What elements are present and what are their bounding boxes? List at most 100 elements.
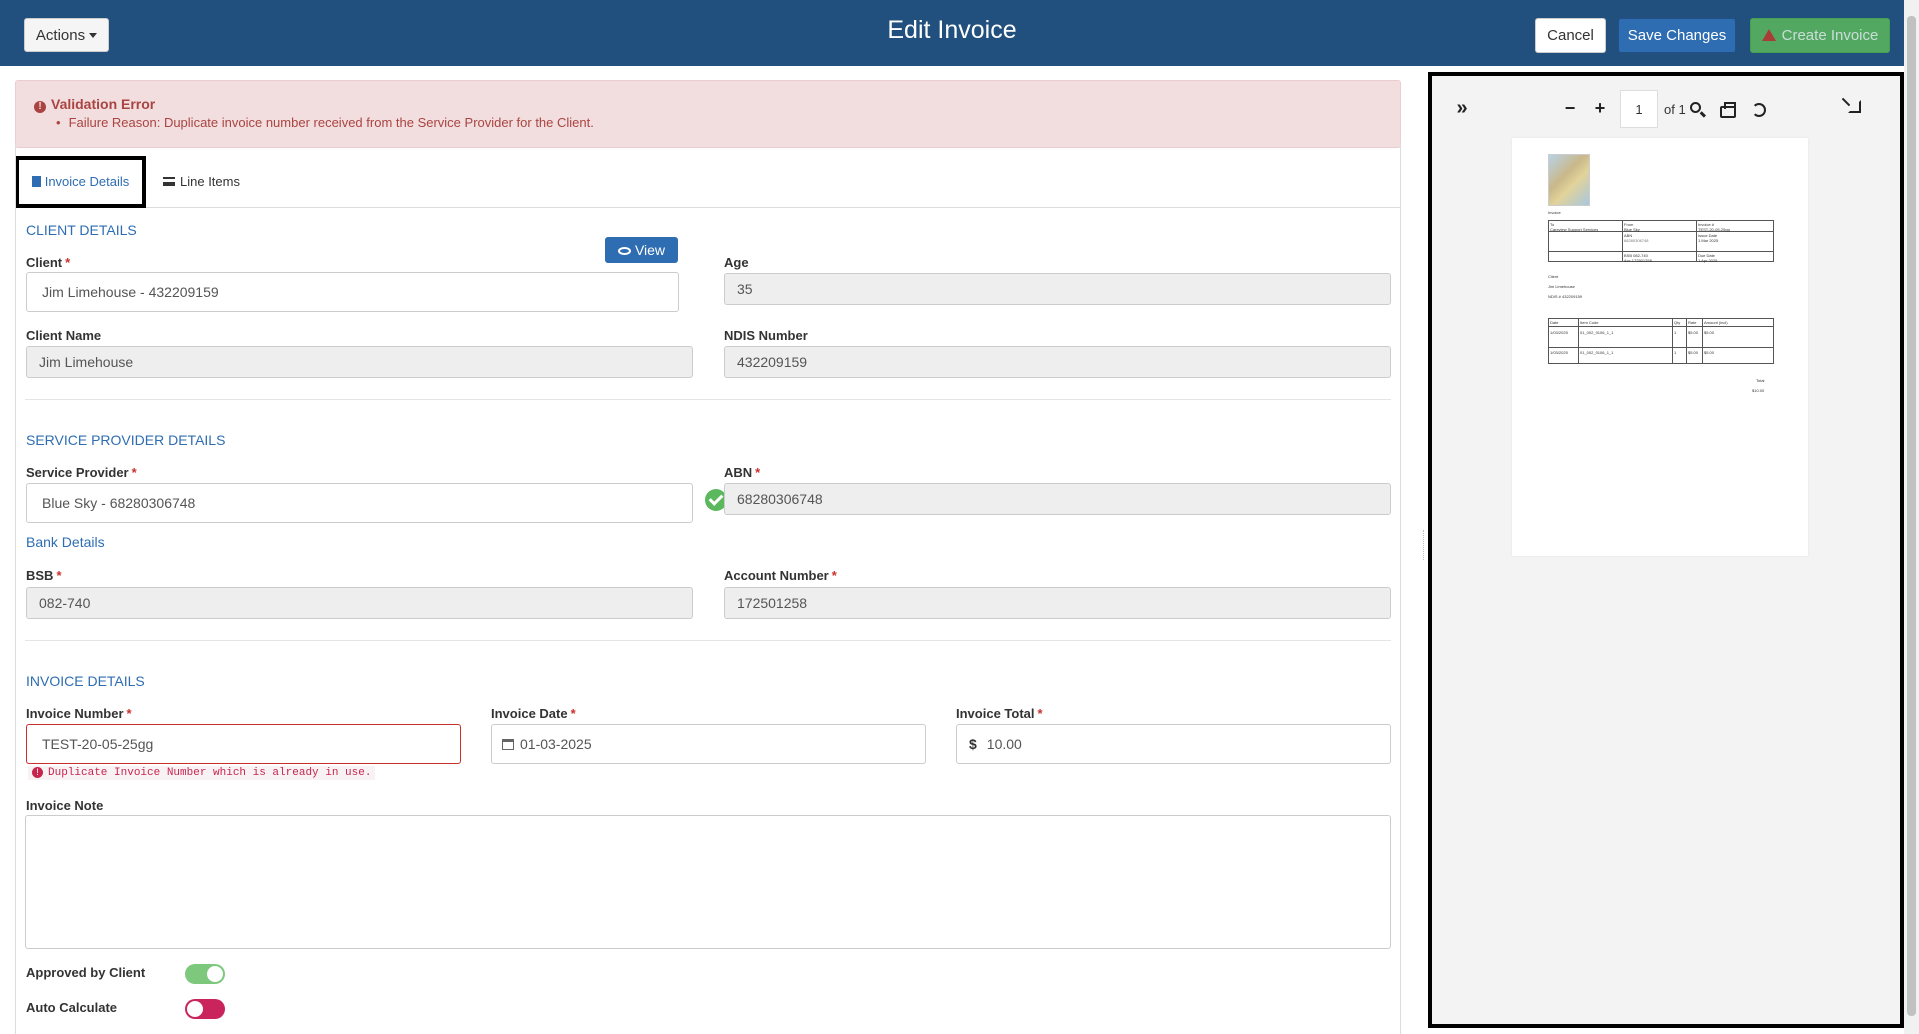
zoom-out-icon[interactable]: − [1560,98,1580,118]
doc-row-qty: 1 [1674,350,1677,355]
bank-details-link[interactable]: Bank Details [26,534,105,550]
refresh-icon[interactable] [1752,103,1766,117]
doc-total-label: Total [1756,378,1765,383]
doc-row-item: 01_002_0106_1_1 [1580,350,1614,355]
page-scrollbar[interactable] [1904,0,1919,1034]
pane-splitter-handle[interactable] [1423,530,1425,560]
view-label: View [634,242,666,258]
doc-from-value: Blue Sky [1624,227,1640,232]
warning-icon [1761,29,1776,41]
doc-col-rate: Rate [1688,320,1697,325]
cancel-button[interactable]: Cancel [1535,18,1606,53]
approved-by-client-label: Approved by Client [26,965,146,980]
account-number-label: Account Number * [724,568,837,583]
calendar-icon [502,739,514,750]
doc-row-amount: $5.00 [1704,330,1715,335]
service-provider-select[interactable]: Blue Sky - 68280306748 [26,483,693,523]
approved-by-client-toggle[interactable] [185,964,225,984]
doc-to-value: Careview Support Services [1550,227,1599,232]
invoice-preview-pane: » − + 1 of 1 Invoice To Careview Support… [1428,72,1904,1028]
preview-toolbar: » − + 1 of 1 [1432,76,1900,132]
doc-row-rate: $5.00 [1688,330,1699,335]
doc-row-amount: $5.00 [1704,350,1715,355]
abn-field: 68280306748 [724,483,1391,515]
zoom-in-icon[interactable]: + [1590,98,1610,118]
ndis-number-label: NDIS Number [724,328,808,343]
doc-acc-value: Acc 172501258 [1624,258,1652,263]
doc-col-qty: Qty [1674,320,1681,325]
doc-client-name: Jim Limehouse [1548,284,1575,289]
doc-col-item: Item Code [1580,320,1599,325]
invoice-note-label: Invoice Note [26,798,104,813]
invoice-date-label: Invoice Date * [491,706,576,721]
doc-row-qty: 1 [1674,330,1677,335]
page-count: of 1 [1664,102,1686,117]
doc-inv-value: TEST-20-05-25gg [1698,227,1730,232]
invoice-total-value: 10.00 [986,736,1022,752]
doc-abn-value: 68280306748 [1624,238,1649,243]
page-number-input[interactable]: 1 [1620,90,1658,128]
search-icon[interactable] [1690,102,1701,113]
table-divider [1696,220,1697,262]
doc-col-amount: Amount (incl) [1704,320,1728,325]
doc-client-ndis: NDIS # 432209159 [1548,294,1583,299]
invoice-number-label: Invoice Number * [26,706,132,721]
invoice-total-input[interactable]: $10.00 [956,724,1391,764]
doc-row-rate: $5.00 [1688,350,1699,355]
alert-title: ! Validation Error [34,96,155,113]
invoice-number-error: ! Duplicate Invoice Number which is alrea… [28,766,376,780]
save-changes-button[interactable]: Save Changes [1618,18,1736,53]
service-provider-label: Service Provider * [26,465,137,480]
table-divider [1548,347,1774,348]
client-select[interactable]: Jim Limehouse - 432209159 [26,272,679,312]
age-label: Age [724,255,749,270]
auto-calculate-toggle[interactable] [185,999,225,1019]
service-provider-heading: SERVICE PROVIDER DETAILS [26,432,226,448]
invoice-number-input[interactable]: TEST-20-05-25gg [26,724,461,764]
invoice-number-error-text: Duplicate Invoice Number which is alread… [48,767,372,779]
client-details-heading: CLIENT DETAILS [26,222,137,238]
client-label: Client * [26,255,71,270]
create-invoice-button[interactable]: Create Invoice [1750,18,1890,53]
bsb-field: 082-740 [26,587,693,619]
scrollbar-thumb[interactable] [1907,16,1916,1016]
abn-label: ABN * [724,465,761,480]
top-header: Actions Edit Invoice Cancel Save Changes… [0,0,1904,66]
client-name-field: Jim Limehouse [26,346,693,378]
bsb-label: BSB * [26,568,62,583]
divider [25,640,1391,641]
doc-heading: Invoice [1548,210,1561,215]
pdf-page: Invoice To Careview Support Services Fro… [1512,138,1808,556]
doc-row-date: 1/03/2025 [1550,350,1568,355]
open-external-icon[interactable] [1848,100,1861,113]
table-divider [1672,318,1673,364]
doc-client-label: Client [1548,274,1559,279]
validation-error-alert: ! Validation Error Failure Reason: Duplic… [15,80,1401,148]
alert-title-text: Validation Error [51,96,156,112]
invoice-note-textarea[interactable] [25,815,1391,949]
view-client-button[interactable]: View [605,237,678,263]
divider [25,399,1391,400]
print-icon[interactable] [1720,102,1736,118]
doc-issue-value: 1 Mar 2025 [1698,238,1719,243]
doc-due-value: 1 Apr 2025 [1698,258,1718,263]
table-divider [1686,318,1687,364]
doc-row-date: 1/03/2025 [1550,330,1568,335]
invoice-total-label: Invoice Total * [956,706,1043,721]
doc-row-item: 01_002_0106_1_1 [1580,330,1614,335]
currency-symbol: $ [969,736,977,752]
table-divider [1548,251,1774,252]
alert-item: Failure Reason: Duplicate invoice number… [56,115,594,130]
exclamation-circle-icon: ! [32,767,43,778]
logo-map-image [1548,154,1590,206]
table-divider [1548,326,1774,327]
exclamation-circle-icon: ! [34,101,46,113]
doc-col-date: Date [1550,320,1559,325]
invoice-details-heading: INVOICE DETAILS [26,673,145,689]
collapse-panel-icon[interactable]: » [1452,98,1472,118]
table-divider [1622,220,1623,262]
age-field: 35 [724,273,1391,305]
account-number-field: 172501258 [724,587,1391,619]
invoice-date-input[interactable]: 01-03-2025 [491,724,926,764]
invoice-date-value: 01-03-2025 [520,736,592,752]
